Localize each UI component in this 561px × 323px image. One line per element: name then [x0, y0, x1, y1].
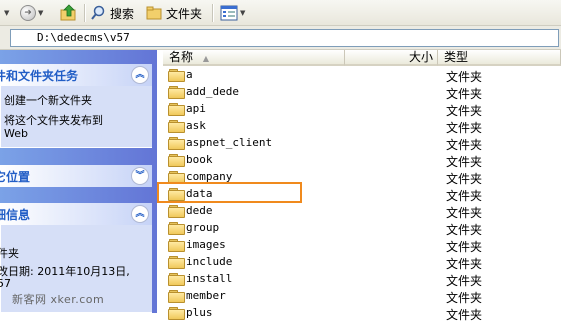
folders-button[interactable]: 文件夹 — [146, 3, 202, 23]
collapse-icon[interactable]: ︽ — [131, 66, 149, 84]
folder-icon — [168, 273, 185, 286]
back-dropdown-icon[interactable]: ▼ — [4, 9, 9, 17]
up-folder-icon — [60, 4, 76, 21]
folder-icon — [168, 137, 185, 150]
details-time: 57 — [0, 277, 11, 290]
table-row[interactable]: include 文件夹 — [163, 253, 561, 271]
column-header-size[interactable]: 大小 — [345, 50, 438, 66]
folder-icon — [168, 103, 185, 116]
task-publish-web-line2[interactable]: Web — [4, 127, 28, 140]
views-dropdown-icon[interactable]: ▼ — [240, 9, 245, 17]
details-type: 件夹 — [0, 247, 19, 260]
table-row[interactable]: ask 文件夹 — [163, 117, 561, 135]
tasks-panel-title: 件和文件夹任务 — [0, 68, 79, 83]
address-input[interactable]: D:\dedecms\v57 — [10, 29, 559, 47]
table-row[interactable]: a 文件夹 — [163, 66, 561, 84]
details-panel-title: 细信息 — [0, 207, 31, 222]
watermark: 新客网 xker.com — [12, 293, 105, 306]
folder-icon — [168, 256, 185, 269]
file-name: member — [186, 289, 226, 302]
expand-icon[interactable]: ︾ — [131, 167, 149, 185]
folder-icon — [168, 86, 185, 99]
views-button[interactable]: ▼ — [220, 3, 245, 23]
column-header-type[interactable]: 类型 — [438, 50, 561, 66]
details-panel-header[interactable]: 细信息 ︽ — [0, 203, 152, 225]
toolbar-separator — [212, 4, 214, 22]
forward-arrow-icon: ➜ — [20, 5, 36, 21]
search-label: 搜索 — [110, 6, 135, 21]
back-button[interactable]: ▼ — [2, 3, 9, 23]
toolbar-separator — [84, 4, 86, 22]
forward-dropdown-icon[interactable]: ▼ — [38, 9, 43, 17]
file-name: ask — [186, 119, 206, 132]
tasks-panel-header[interactable]: 件和文件夹任务 ︽ — [0, 64, 152, 86]
details-modified: 改日期: 2011年10月13日, — [0, 265, 130, 278]
task-new-folder[interactable]: 创建一个新文件夹 — [4, 94, 92, 107]
file-name: add_dede — [186, 85, 239, 98]
collapse-icon[interactable]: ︽ — [131, 205, 149, 223]
file-name: include — [186, 255, 233, 268]
file-name: group — [186, 221, 220, 234]
places-panel-title: 它位置 — [0, 169, 31, 184]
column-size-label: 大小 — [408, 50, 433, 64]
file-name: install — [186, 272, 233, 285]
views-icon — [220, 5, 238, 21]
table-row[interactable]: book 文件夹 — [163, 151, 561, 169]
file-name: book — [186, 153, 213, 166]
file-name: aspnet_client — [186, 136, 273, 149]
folder-icon — [168, 239, 185, 252]
task-publish-web-line1[interactable]: 将这个文件夹发布到 — [4, 114, 103, 127]
folder-icon — [168, 120, 185, 133]
file-name: dede — [186, 204, 213, 217]
address-path: D:\dedecms\v57 — [37, 31, 130, 44]
folder-icon — [168, 205, 185, 218]
folder-icon — [168, 69, 185, 82]
table-row[interactable]: install 文件夹 — [163, 270, 561, 288]
table-row[interactable]: images 文件夹 — [163, 236, 561, 254]
table-row[interactable]: aspnet_client 文件夹 — [163, 134, 561, 152]
search-icon — [91, 5, 105, 20]
highlight-box — [157, 182, 302, 203]
table-row[interactable]: member 文件夹 — [163, 287, 561, 305]
up-folder-button[interactable] — [60, 3, 78, 23]
folder-icon — [168, 222, 185, 235]
forward-button[interactable]: ➜ ▼ — [20, 3, 43, 23]
column-header-name[interactable]: 名称 ▲ — [163, 50, 345, 66]
column-name-label: 名称 — [169, 50, 194, 64]
file-name: images — [186, 238, 226, 251]
folder-icon — [168, 290, 185, 303]
file-name: a — [186, 68, 193, 81]
places-panel-header[interactable]: 它位置 ︾ — [0, 165, 152, 187]
address-bar: D:\dedecms\v57 — [0, 26, 561, 50]
table-row[interactable]: add_dede 文件夹 — [163, 83, 561, 101]
column-type-label: 类型 — [444, 50, 469, 64]
toolbar: ▼ ➜ ▼ 搜索 文件夹 ▼ — [0, 0, 561, 26]
tasks-panel-body: 创建一个新文件夹 将这个文件夹发布到 Web — [0, 86, 152, 148]
table-row[interactable]: group 文件夹 — [163, 219, 561, 237]
search-button[interactable]: 搜索 — [90, 3, 134, 23]
folder-icon — [146, 6, 162, 20]
folder-icon — [168, 154, 185, 167]
task-pane: 件和文件夹任务 ︽ 创建一个新文件夹 将这个文件夹发布到 Web 它位置 ︾ 细… — [0, 50, 157, 313]
file-name: api — [186, 102, 206, 115]
file-type: 文件夹 — [446, 308, 483, 322]
folders-label: 文件夹 — [166, 6, 203, 21]
table-row[interactable]: dede 文件夹 — [163, 202, 561, 220]
folder-icon — [168, 307, 185, 320]
sort-ascending-icon: ▲ — [202, 54, 209, 63]
table-row[interactable]: api 文件夹 — [163, 100, 561, 118]
